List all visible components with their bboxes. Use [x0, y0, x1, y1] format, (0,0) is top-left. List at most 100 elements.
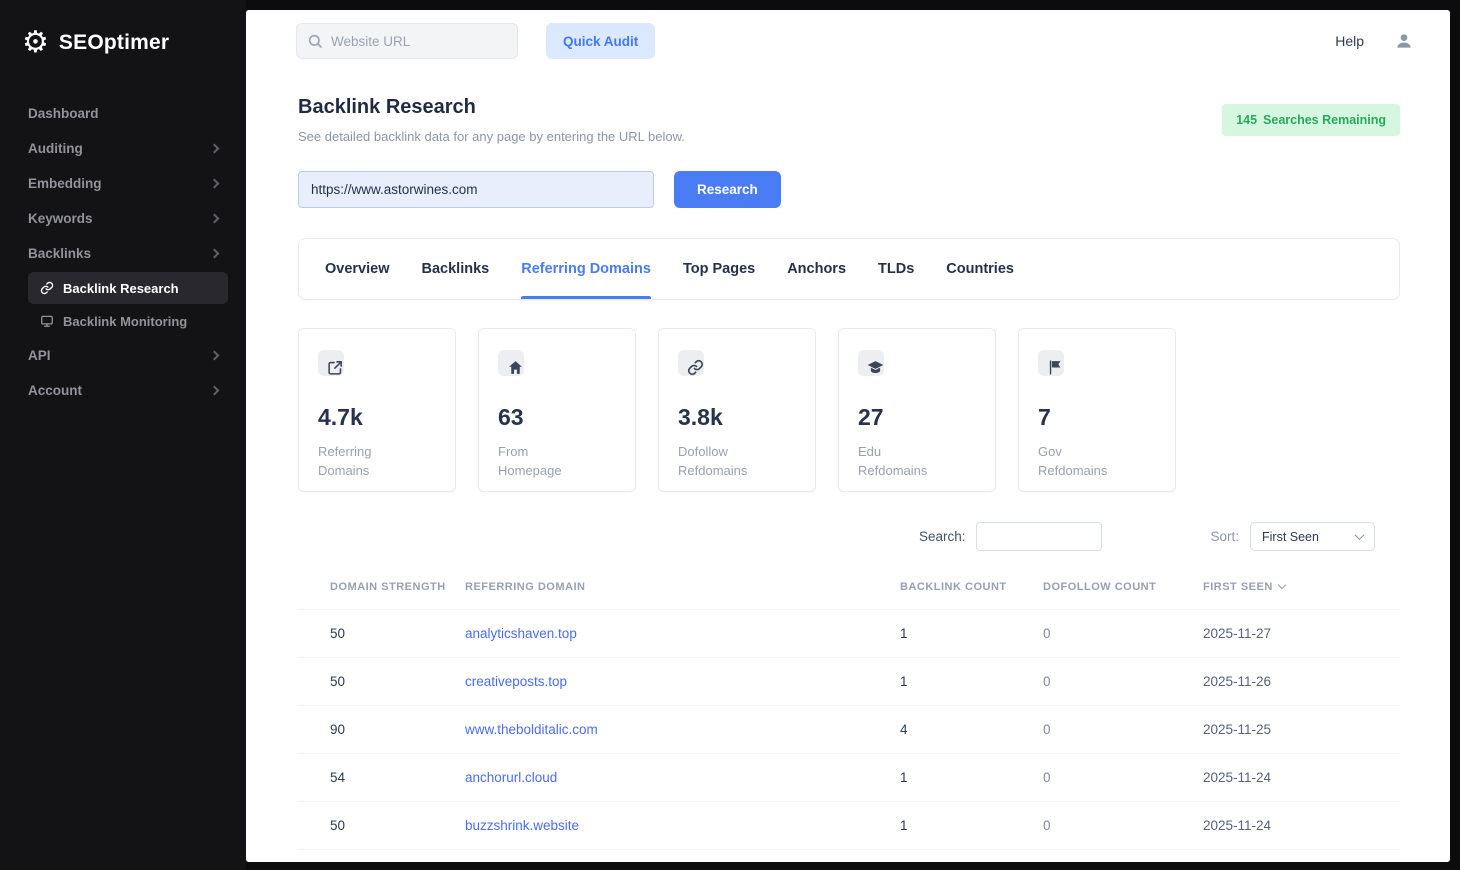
chevron-right-icon	[210, 249, 220, 259]
sidebar-item-label: Backlink Monitoring	[63, 314, 187, 329]
page-header: Backlink Research See detailed backlink …	[298, 96, 1400, 144]
backlink-count-cell: 1	[900, 610, 1043, 658]
stat-icon-wrap	[498, 350, 538, 386]
referring-domain-cell: anchorurl.cloud	[465, 754, 900, 802]
domain-link[interactable]: www.thebolditalic.com	[465, 722, 598, 737]
sidebar-item-dashboard[interactable]: Dashboard	[18, 96, 228, 131]
domain-strength-cell: 50	[298, 658, 465, 706]
sidebar-item-api[interactable]: API	[18, 338, 228, 373]
table-search-label: Search:	[919, 529, 966, 544]
app-window: ⚙ SEOptimer Dashboard Auditing Embedding…	[0, 0, 1460, 870]
sidebar-item-label: Keywords	[28, 211, 93, 226]
dofollow-count-cell: 0	[1043, 658, 1203, 706]
chevron-right-icon	[210, 214, 220, 224]
domain-strength-cell: 50	[298, 802, 465, 850]
header-first-seen-label: FIRST SEEN	[1203, 581, 1273, 593]
domain-strength-cell: 50	[298, 610, 465, 658]
domain-link[interactable]: buzzshrink.website	[465, 818, 579, 833]
referring-domain-cell: www.thebolditalic.com	[465, 706, 900, 754]
sidebar-item-keywords[interactable]: Keywords	[18, 201, 228, 236]
domain-link[interactable]: creativeposts.top	[465, 674, 567, 689]
sidebar: ⚙ SEOptimer Dashboard Auditing Embedding…	[0, 0, 246, 870]
header-first-seen[interactable]: FIRST SEEN	[1203, 577, 1400, 610]
tab-tlds[interactable]: TLDs	[878, 239, 914, 299]
tab-countries[interactable]: Countries	[946, 239, 1014, 299]
sidebar-item-label: Auditing	[28, 141, 83, 156]
home-icon	[507, 359, 524, 376]
domain-link[interactable]: analyticshaven.top	[465, 626, 577, 641]
user-menu-button[interactable]	[1394, 31, 1414, 51]
chevron-right-icon	[210, 386, 220, 396]
first-seen-cell: 2025-11-27	[1203, 610, 1400, 658]
gear-logo-icon: ⚙	[22, 28, 49, 58]
backlink-count-cell: 4	[900, 706, 1043, 754]
tab-backlinks[interactable]: Backlinks	[422, 239, 490, 299]
tab-anchors[interactable]: Anchors	[787, 239, 846, 299]
domain-link[interactable]: anchorurl.cloud	[465, 770, 557, 785]
first-seen-cell: 2025-11-25	[1203, 706, 1400, 754]
research-button[interactable]: Research	[674, 171, 781, 208]
sort-direction-icon	[1278, 581, 1286, 589]
tab-overview[interactable]: Overview	[325, 239, 390, 299]
sidebar-item-label: Account	[28, 383, 82, 398]
stat-card-from-homepage: 63 From Homepage	[478, 328, 636, 492]
referring-domain-cell: analyticshaven.top	[465, 610, 900, 658]
table-sort-label: Sort:	[1210, 529, 1239, 544]
sidebar-item-embedding[interactable]: Embedding	[18, 166, 228, 201]
app-logo[interactable]: ⚙ SEOptimer	[0, 14, 246, 68]
sidebar-item-backlink-research[interactable]: Backlink Research	[28, 272, 228, 304]
sidebar-item-label: Backlinks	[28, 246, 91, 261]
page-heading-group: Backlink Research See detailed backlink …	[298, 96, 685, 144]
stat-label: From Homepage	[498, 443, 594, 481]
stat-label: Referring Domains	[318, 443, 414, 481]
external-link-icon	[327, 359, 344, 376]
stat-icon-wrap	[1038, 350, 1078, 386]
stat-card-dofollow-refdomains: 3.8k Dofollow Refdomains	[658, 328, 816, 492]
url-research-row: Research	[298, 171, 1400, 208]
sidebar-item-label: Embedding	[28, 176, 102, 191]
table-search-input[interactable]	[976, 522, 1102, 551]
backlink-count-cell: 1	[900, 658, 1043, 706]
research-url-input[interactable]	[298, 171, 654, 208]
header-referring-domain[interactable]: REFERRING DOMAIN	[465, 577, 900, 610]
user-icon	[1394, 31, 1414, 51]
stat-label: Edu Refdomains	[858, 443, 954, 481]
page-title: Backlink Research	[298, 96, 685, 119]
app-name: SEOptimer	[59, 31, 169, 55]
searches-remaining-count: 145	[1236, 113, 1257, 127]
table-controls: Search: Sort: First Seen	[298, 522, 1400, 551]
page-subtitle: See detailed backlink data for any page …	[298, 129, 685, 144]
header-domain-strength[interactable]: DOMAIN STRENGTH	[298, 577, 465, 610]
header-dofollow-count[interactable]: DOFOLLOW COUNT	[1043, 577, 1203, 610]
backlink-count-cell: 1	[900, 754, 1043, 802]
sidebar-item-backlinks[interactable]: Backlinks	[18, 236, 228, 271]
sidebar-item-backlink-monitoring[interactable]: Backlink Monitoring	[28, 305, 228, 337]
website-url-input[interactable]	[296, 23, 518, 59]
table-row: 50 analyticshaven.top 1 0 2025-11-27	[298, 610, 1400, 658]
website-url-search	[296, 23, 518, 59]
tab-top-pages[interactable]: Top Pages	[683, 239, 755, 299]
sidebar-item-auditing[interactable]: Auditing	[18, 131, 228, 166]
sidebar-item-label: API	[28, 348, 51, 363]
content-area: Backlink Research See detailed backlink …	[246, 72, 1450, 862]
graduation-cap-icon	[867, 359, 884, 376]
sidebar-item-label: Dashboard	[28, 106, 99, 121]
stat-icon-wrap	[678, 350, 718, 386]
header-backlink-count[interactable]: BACKLINK COUNT	[900, 577, 1043, 610]
tab-referring-domains[interactable]: Referring Domains	[521, 239, 651, 299]
table-header-row: DOMAIN STRENGTH REFERRING DOMAIN BACKLIN…	[298, 577, 1400, 610]
stat-card-referring-domains: 4.7k Referring Domains	[298, 328, 456, 492]
first-seen-cell: 2025-11-24	[1203, 802, 1400, 850]
quick-audit-button[interactable]: Quick Audit	[546, 23, 655, 59]
tabs-bar: Overview Backlinks Referring Domains Top…	[298, 238, 1400, 300]
stats-row: 4.7k Referring Domains 63 From Homepage	[298, 328, 1400, 492]
chevron-right-icon	[210, 144, 220, 154]
stat-card-edu-refdomains: 27 Edu Refdomains	[838, 328, 996, 492]
stat-label: Gov Refdomains	[1038, 443, 1134, 481]
referring-domain-cell: buzzshrink.website	[465, 802, 900, 850]
sort-dropdown[interactable]: First Seen	[1250, 522, 1375, 551]
help-link[interactable]: Help	[1335, 33, 1364, 49]
sidebar-item-account[interactable]: Account	[18, 373, 228, 408]
page-surface: Quick Audit Help Backlink Research See d…	[246, 10, 1450, 862]
monitor-icon	[40, 314, 54, 328]
